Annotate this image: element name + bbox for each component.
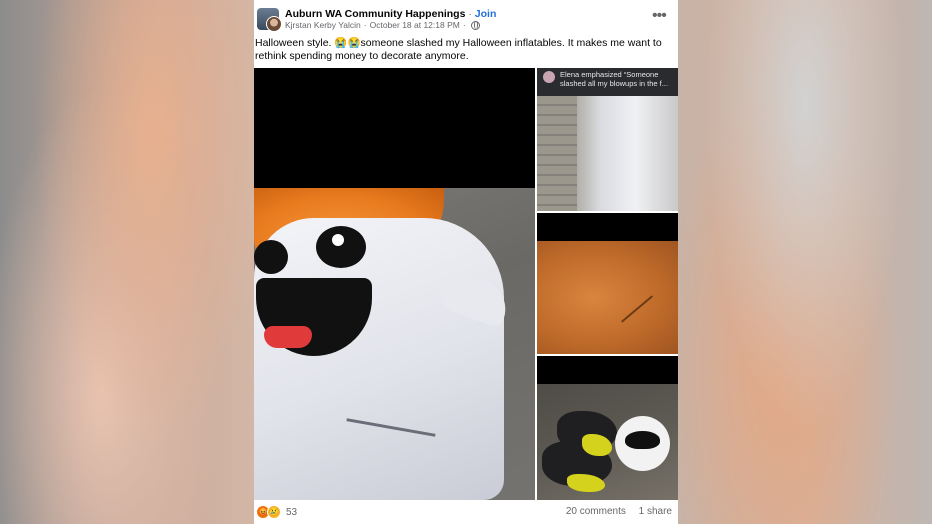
notification-text: Elena emphasized “Someone slashed all my… (560, 70, 676, 88)
orange-fabric (537, 241, 678, 354)
notification-overlay: Elena emphasized “Someone slashed all my… (537, 68, 678, 96)
ghost-tongue (264, 326, 312, 348)
post-footer: 😡 😢 53 20 comments 1 share (254, 500, 678, 524)
post-header: Auburn WA Community Happenings · Join Kj… (254, 0, 678, 34)
author-name[interactable]: Kjrstan Kerby Yalcin (285, 20, 361, 30)
photo-main[interactable] (254, 68, 535, 500)
reactions[interactable]: 😡 😢 53 (256, 505, 297, 519)
separator: · (465, 8, 475, 20)
shares-count[interactable]: 1 share (639, 506, 672, 517)
background-right (678, 0, 932, 524)
sad-reaction-icon: 😢 (267, 505, 281, 519)
notification-avatar (543, 71, 555, 83)
more-options-icon[interactable]: ••• (652, 8, 667, 24)
notification-line-1: Elena emphasized “Someone (560, 70, 659, 79)
meta-separator-2: · (462, 20, 466, 30)
meta-separator: · (363, 20, 367, 30)
join-button[interactable]: Join (475, 8, 497, 20)
photo-side-1[interactable]: Elena emphasized “Someone slashed all my… (537, 68, 678, 211)
photo-grid: Elena emphasized “Someone slashed all my… (254, 68, 678, 500)
comments-count[interactable]: 20 comments (566, 506, 626, 517)
reaction-count[interactable]: 53 (286, 507, 297, 518)
post-meta: Kjrstan Kerby Yalcin · October 18 at 12:… (285, 20, 480, 30)
ghost-head (615, 416, 670, 471)
notification-line-2: slashed all my blowups in the f... (560, 79, 668, 88)
post-card: Auburn WA Community Happenings · Join Kj… (254, 0, 678, 524)
background-left (0, 0, 254, 524)
group-name[interactable]: Auburn WA Community Happenings (285, 8, 465, 20)
ghost-eye-left (254, 240, 288, 274)
ghost-inflatable (254, 218, 504, 500)
author-avatar[interactable] (266, 16, 282, 32)
group-line: Auburn WA Community Happenings · Join (285, 8, 496, 20)
globe-icon (470, 20, 480, 30)
post-date[interactable]: October 18 at 12:18 PM (370, 20, 460, 30)
photo-side-2[interactable] (537, 213, 678, 354)
post-text: Halloween style. 😭😭someone slashed my Ha… (255, 37, 662, 62)
engagement-counts: 20 comments 1 share (566, 506, 672, 517)
ghost-eye (316, 226, 366, 268)
photo-side-3[interactable] (537, 356, 678, 500)
house-siding (537, 96, 577, 211)
